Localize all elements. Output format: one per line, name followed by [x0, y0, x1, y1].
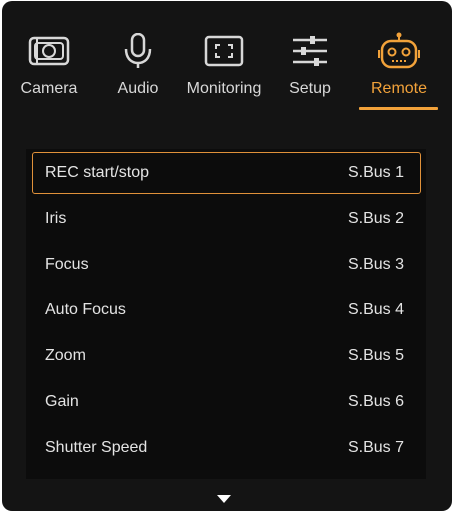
sliders-icon — [291, 31, 329, 71]
tab-setup-label: Setup — [289, 80, 331, 97]
list-item-gain[interactable]: Gain S.Bus 6 — [32, 381, 421, 423]
list-item-focus[interactable]: Focus S.Bus 3 — [32, 244, 421, 286]
list-item-label: Auto Focus — [45, 301, 126, 318]
tab-monitoring-label: Monitoring — [186, 80, 262, 97]
list-item-label: Zoom — [45, 347, 86, 364]
list-item-auto-focus[interactable]: Auto Focus S.Bus 4 — [32, 289, 421, 331]
list-item-rec-start-stop[interactable]: REC start/stop S.Bus 1 — [32, 152, 421, 194]
tab-audio-label: Audio — [117, 80, 159, 97]
list-item-zoom[interactable]: Zoom S.Bus 5 — [32, 335, 421, 377]
down-arrow-icon[interactable] — [217, 495, 231, 503]
remote-robot-icon — [378, 31, 420, 71]
list-item-label: Iris — [45, 210, 67, 227]
list-item-label: Shutter Speed — [45, 439, 148, 456]
tab-remote[interactable]: Remote — [363, 31, 435, 111]
list-item-shutter-speed[interactable]: Shutter Speed S.Bus 7 — [32, 427, 421, 469]
tab-camera-label: Camera — [20, 80, 78, 97]
list-item-label: Focus — [45, 256, 89, 273]
tab-bar: Camera Audio Monitoring Setup Remote — [2, 1, 452, 116]
list-item-value: S.Bus 7 — [347, 439, 404, 456]
remote-settings-panel: Camera Audio Monitoring Setup Remote REC… — [2, 1, 452, 511]
camera-icon — [28, 31, 70, 71]
list-item-value: S.Bus 3 — [347, 256, 404, 273]
sbus-mapping-list[interactable]: REC start/stop S.Bus 1 Iris S.Bus 2 Focu… — [26, 149, 426, 479]
list-item-iris[interactable]: Iris S.Bus 2 — [32, 198, 421, 240]
list-item-value: S.Bus 6 — [347, 393, 404, 410]
active-tab-indicator — [359, 107, 438, 110]
list-item-value: S.Bus 5 — [347, 347, 404, 364]
monitoring-frame-icon — [204, 31, 244, 71]
list-item-label: Gain — [45, 393, 79, 410]
tab-monitoring[interactable]: Monitoring — [183, 31, 265, 111]
list-item-value: S.Bus 4 — [347, 301, 404, 318]
tab-audio[interactable]: Audio — [108, 31, 168, 111]
tab-camera[interactable]: Camera — [16, 31, 82, 111]
tab-remote-label: Remote — [370, 80, 428, 97]
list-item-value: S.Bus 2 — [347, 210, 404, 227]
list-item-label: REC start/stop — [45, 164, 150, 181]
list-item-value: S.Bus 1 — [347, 164, 404, 181]
microphone-icon — [122, 31, 154, 71]
tab-setup[interactable]: Setup — [282, 31, 338, 111]
